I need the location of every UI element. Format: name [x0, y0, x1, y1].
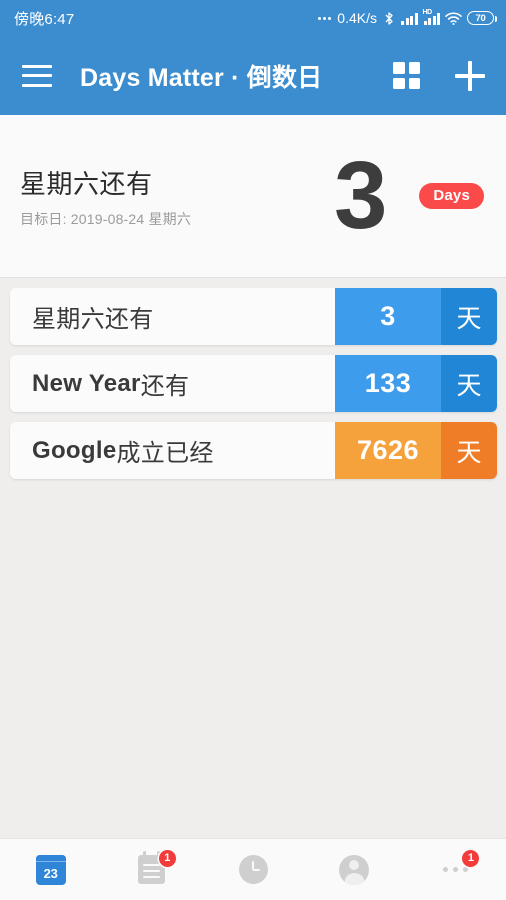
notepad-icon: 1	[134, 849, 176, 888]
nav-tab-profile[interactable]	[304, 839, 405, 900]
hd-label: HD	[422, 8, 433, 16]
person-icon	[336, 852, 372, 888]
hd-signal-icon: HD	[422, 8, 440, 25]
list-item-count: 7626	[335, 422, 441, 479]
battery-level: 70	[475, 12, 486, 24]
list-item-unit: 天	[441, 422, 497, 479]
status-icons: 0.4K/s HD 70	[318, 8, 497, 26]
more-dots-icon: 1	[437, 849, 480, 888]
status-badge: 1	[462, 849, 480, 867]
nav-tab-calendar[interactable]: 23	[0, 839, 101, 900]
calendar-day-label: 23	[43, 865, 58, 881]
list-item-label-rest: 成立已经	[116, 440, 214, 467]
featured-event-title: 星期六还有	[20, 168, 153, 199]
calendar-icon: 23	[33, 852, 69, 888]
app-screen: 傍晚6:47 0.4K/s HD 70 Days Matter · 倒数日 星期…	[0, 0, 506, 900]
status-bar: 傍晚6:47 0.4K/s HD 70	[0, 0, 506, 36]
list-item-label-bold: New Year	[32, 369, 141, 397]
bluetooth-icon	[384, 11, 394, 26]
nav-tab-clock[interactable]	[202, 839, 303, 900]
page-title: Days Matter · 倒数日	[80, 63, 323, 92]
list-item[interactable]: New Year 还有 133 天	[10, 355, 497, 412]
featured-event-date: 目标日: 2019-08-24 星期六	[20, 210, 192, 227]
featured-event-text: 星期六还有 目标日: 2019-08-24 星期六	[0, 164, 334, 229]
list-item-count: 133	[335, 355, 441, 412]
list-item[interactable]: 星期六还有 3 天	[10, 288, 497, 345]
list-item-unit: 天	[441, 355, 497, 412]
grid-view-icon[interactable]	[393, 62, 420, 89]
featured-event-unit-badge: Days	[419, 183, 484, 209]
network-speed-label: 0.4K/s	[337, 10, 377, 26]
list-item-count: 3	[335, 288, 441, 345]
list-item-label: 星期六还有	[10, 288, 335, 345]
add-event-button[interactable]	[450, 56, 490, 96]
wifi-icon	[445, 11, 462, 25]
bottom-navigation: 23 1 1	[0, 838, 506, 900]
dots-icon	[318, 16, 332, 20]
nav-tab-list[interactable]: 1	[101, 839, 202, 900]
featured-event-card[interactable]: 星期六还有 目标日: 2019-08-24 星期六 3 Days	[0, 115, 506, 278]
list-item[interactable]: Google 成立已经 7626 天	[10, 422, 497, 479]
status-badge: 1	[158, 849, 176, 867]
list-item-label: Google 成立已经	[10, 422, 335, 479]
list-item-label-rest: 还有	[140, 373, 190, 400]
app-bar: Days Matter · 倒数日	[0, 36, 506, 115]
list-item-label-bold: Google	[32, 436, 117, 464]
event-list: 星期六还有 3 天 New Year 还有 133 天 Google 成立已经 …	[0, 278, 506, 479]
nav-tab-more[interactable]: 1	[405, 839, 506, 900]
featured-event-count: 3	[333, 141, 387, 249]
battery-icon: 70	[467, 11, 497, 25]
status-time: 傍晚6:47	[14, 10, 75, 28]
clock-icon	[235, 852, 271, 888]
list-item-unit: 天	[441, 288, 497, 345]
hamburger-menu-icon[interactable]	[22, 64, 52, 87]
signal-icon	[401, 12, 418, 25]
list-item-label: New Year 还有	[10, 355, 335, 412]
list-item-label-rest: 星期六还有	[32, 306, 154, 333]
